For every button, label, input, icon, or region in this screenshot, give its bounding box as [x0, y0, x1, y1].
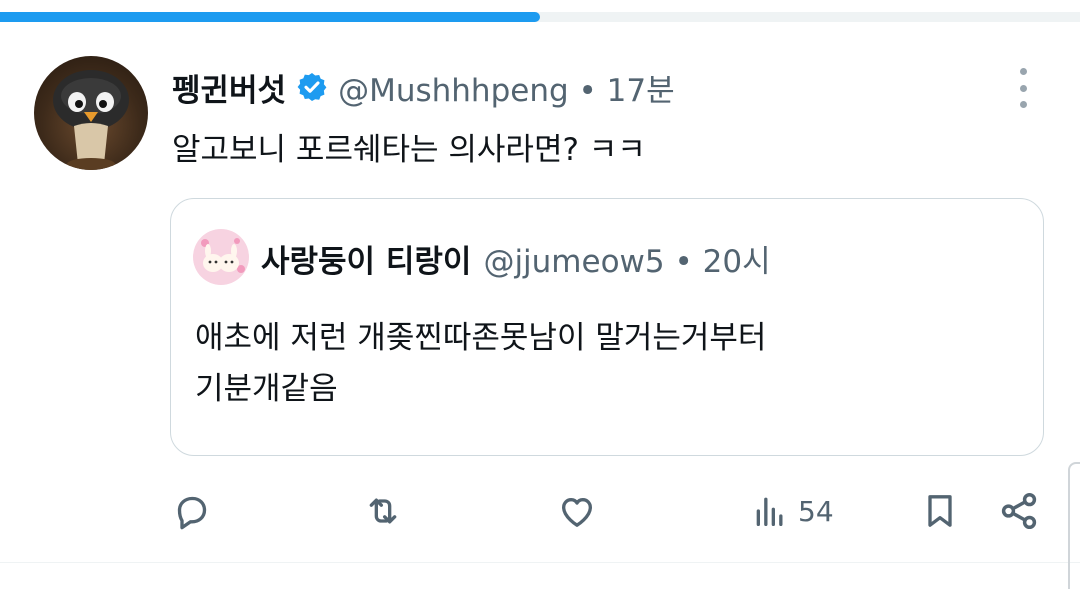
quoted-tweet-header: 사랑둥이 티랑이 @jjumeow5 • 20시 — [261, 233, 771, 283]
retweet-icon[interactable] — [362, 488, 404, 534]
share-icon[interactable] — [998, 488, 1040, 534]
more-vertical-icon[interactable] — [1010, 68, 1036, 108]
loading-progress-fill — [0, 12, 540, 22]
quoted-author-handle[interactable]: @jjumeow5 — [483, 244, 664, 280]
quoted-author-name[interactable]: 사랑둥이 티랑이 — [261, 236, 471, 281]
quoted-meta-separator: • — [674, 243, 693, 280]
views-count: 54 — [798, 494, 834, 528]
quoted-tweet-time[interactable]: 20시 — [703, 244, 771, 280]
quoted-tweet-card[interactable]: 사랑둥이 티랑이 @jjumeow5 • 20시 애초에 저런 개좆찐따존못남이… — [170, 198, 1044, 456]
bookmark-icon[interactable] — [920, 488, 960, 534]
meta-separator: • — [578, 72, 597, 109]
quoted-author-avatar[interactable] — [193, 229, 249, 285]
quoted-tweet-text-line: 기분개같음 — [195, 371, 338, 407]
verified-badge-icon — [296, 71, 328, 103]
reply-icon[interactable] — [172, 488, 212, 534]
loading-progress-bar — [0, 12, 1080, 22]
scroll-edge — [1068, 462, 1080, 589]
divider — [0, 562, 1080, 563]
tweet-text: 알고보니 포르쉐타는 의사라면? ㅋㅋ — [172, 132, 646, 168]
author-avatar[interactable] — [34, 56, 148, 170]
heart-icon[interactable] — [556, 488, 598, 534]
author-handle[interactable]: @Mushhhpeng — [338, 73, 569, 109]
tweet-time[interactable]: 17분 — [607, 73, 675, 109]
author-name[interactable]: 펭귄버섯 — [172, 65, 286, 110]
tweet-header: 펭귄버섯 @Mushhhpeng • 17분 — [172, 62, 675, 112]
quoted-tweet-text-line: 애초에 저런 개좆찐따존못남이 말거는거부터 — [195, 320, 767, 356]
quoted-tweet-text: 애초에 저런 개좆찐따존못남이 말거는거부터 기분개같음 — [195, 313, 1015, 415]
views-button[interactable]: 54 — [750, 488, 834, 534]
views-chart-icon — [756, 497, 783, 526]
